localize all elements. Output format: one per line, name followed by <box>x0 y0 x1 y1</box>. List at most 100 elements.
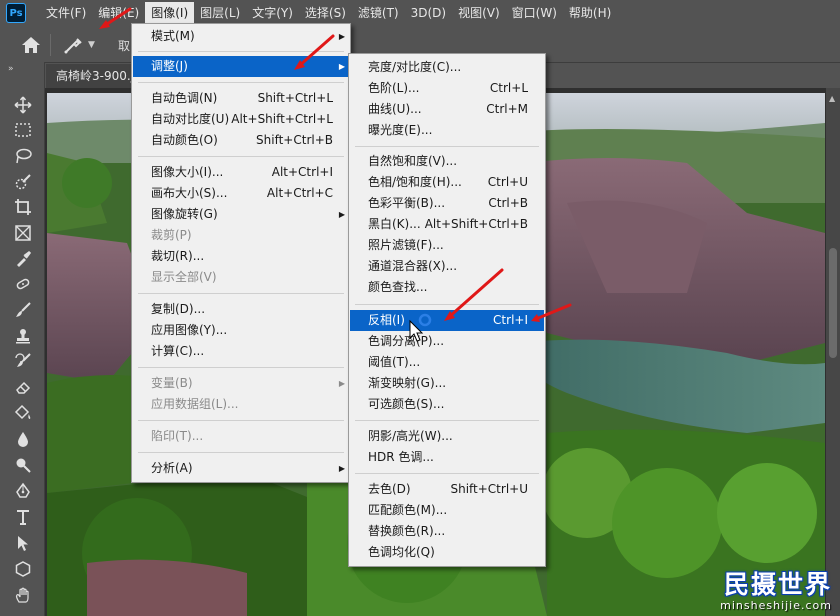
pen-tool-icon[interactable] <box>12 480 34 502</box>
menu-item-auto-tone[interactable]: 自动色调(N) Shift+Ctrl+L <box>133 88 349 109</box>
type-tool-icon[interactable] <box>12 506 34 528</box>
menu-item-hue-saturation[interactable]: 色相/饱和度(H)... Ctrl+U <box>350 172 544 193</box>
menu-item-black-white[interactable]: 黑白(K)... Alt+Shift+Ctrl+B <box>350 214 544 235</box>
menu-item-threshold[interactable]: 阈值(T)... <box>350 352 544 373</box>
menu-item-label: 自动对比度(U) <box>151 112 230 126</box>
menu-item-photo-filter[interactable]: 照片滤镜(F)... <box>350 235 544 256</box>
brush-tool-icon[interactable] <box>12 299 34 321</box>
menu-item-label: 颜色查找... <box>368 280 428 294</box>
menu-item-exposure[interactable]: 曝光度(E)... <box>350 120 544 141</box>
frame-tool-icon[interactable] <box>12 222 34 244</box>
menu-item-shadows-highlights[interactable]: 阴影/高光(W)... <box>350 426 544 447</box>
menu-item-levels[interactable]: 色阶(L)... Ctrl+L <box>350 78 544 99</box>
scrollbar-thumb[interactable] <box>829 248 837 358</box>
menu-edit[interactable]: 编辑(E) <box>92 2 145 24</box>
collapse-icon[interactable]: » <box>8 64 13 74</box>
menu-item-auto-color[interactable]: 自动颜色(O) Shift+Ctrl+B <box>133 130 349 151</box>
menu-item-trap: 陷印(T)... <box>133 426 349 447</box>
menu-type[interactable]: 文字(Y) <box>246 2 299 24</box>
photoshop-logo-icon: Ps <box>6 3 26 23</box>
menu-item-trim[interactable]: 裁切(R)... <box>133 246 349 267</box>
menu-filter[interactable]: 滤镜(T) <box>352 2 405 24</box>
chevron-down-icon[interactable]: ▼ <box>88 40 95 50</box>
menu-item-label: 阈值(T)... <box>368 355 421 369</box>
move-tool-icon[interactable] <box>12 94 34 116</box>
menu-item-duplicate[interactable]: 复制(D)... <box>133 299 349 320</box>
hand-tool-icon[interactable] <box>12 584 34 606</box>
dodge-tool-icon[interactable] <box>12 454 34 476</box>
menu-select[interactable]: 选择(S) <box>299 2 352 24</box>
menu-item-label: 去色(D) <box>368 482 411 496</box>
menu-item-adjust[interactable]: 调整(J) ▶ <box>133 56 349 77</box>
menu-item-analysis[interactable]: 分析(A) ▶ <box>133 458 349 479</box>
scroll-up-icon[interactable]: ▲ <box>829 94 835 103</box>
menu-view[interactable]: 视图(V) <box>452 2 506 24</box>
menu-divider <box>355 146 539 147</box>
menu-divider <box>138 82 344 83</box>
menu-item-gradient-map[interactable]: 渐变映射(G)... <box>350 373 544 394</box>
history-brush-tool-icon[interactable] <box>12 350 34 372</box>
menu-item-image-size[interactable]: 图像大小(I)... Alt+Ctrl+I <box>133 162 349 183</box>
menu-item-calculations[interactable]: 计算(C)... <box>133 341 349 362</box>
menu-item-canvas-size[interactable]: 画布大小(S)... Alt+Ctrl+C <box>133 183 349 204</box>
menu-item-label: 曝光度(E)... <box>368 123 433 137</box>
eyedropper-icon[interactable] <box>62 34 84 56</box>
stamp-tool-icon[interactable] <box>12 325 34 347</box>
eyedropper-tool-icon[interactable] <box>12 248 34 270</box>
paint-bucket-tool-icon[interactable] <box>12 402 34 424</box>
menu-item-label: 应用图像(Y)... <box>151 323 228 337</box>
menu-item-selective-color[interactable]: 可选颜色(S)... <box>350 394 544 415</box>
menu-window[interactable]: 窗口(W) <box>506 2 563 24</box>
menu-item-auto-contrast[interactable]: 自动对比度(U) Alt+Shift+Ctrl+L <box>133 109 349 130</box>
menu-shortcut: Ctrl+M <box>486 102 528 116</box>
menu-item-invert[interactable]: 反相(I) Ctrl+I <box>350 310 544 331</box>
menu-item-label: 模式(M) <box>151 29 195 43</box>
crop-tool-icon[interactable] <box>12 196 34 218</box>
home-icon[interactable] <box>20 35 42 55</box>
menu-item-vibrance[interactable]: 自然饱和度(V)... <box>350 151 544 172</box>
quick-selection-tool-icon[interactable] <box>12 171 34 193</box>
menu-item-color-balance[interactable]: 色彩平衡(B)... Ctrl+B <box>350 193 544 214</box>
menu-item-apply-image[interactable]: 应用图像(Y)... <box>133 320 349 341</box>
menu-item-label: 计算(C)... <box>151 344 205 358</box>
shape-tool-icon[interactable] <box>12 558 34 580</box>
menu-item-label: 变量(B) <box>151 376 193 390</box>
menu-item-label: 自动颜色(O) <box>151 133 218 147</box>
menu-shortcut: Shift+Ctrl+B <box>256 133 333 147</box>
menu-item-label: HDR 色调... <box>368 450 434 464</box>
menu-divider <box>138 156 344 157</box>
healing-tool-icon[interactable] <box>12 273 34 295</box>
menu-divider <box>355 304 539 305</box>
menu-3d[interactable]: 3D(D) <box>405 2 452 24</box>
menu-item-equalize[interactable]: 色调均化(Q) <box>350 542 544 563</box>
marquee-tool-icon[interactable] <box>12 119 34 141</box>
lasso-tool-icon[interactable] <box>12 145 34 167</box>
eraser-tool-icon[interactable] <box>12 376 34 398</box>
menu-item-curves[interactable]: 曲线(U)... Ctrl+M <box>350 99 544 120</box>
menu-shortcut: Alt+Shift+Ctrl+L <box>231 112 333 126</box>
menu-file[interactable]: 文件(F) <box>40 2 92 24</box>
menu-item-hdr-toning[interactable]: HDR 色调... <box>350 447 544 468</box>
menu-item-color-lookup[interactable]: 颜色查找... <box>350 277 544 298</box>
image-menu-dropdown: 模式(M) ▶ 调整(J) ▶ 自动色调(N) Shift+Ctrl+L 自动对… <box>131 23 351 483</box>
menu-item-match-color[interactable]: 匹配颜色(M)... <box>350 500 544 521</box>
menu-item-image-rotation[interactable]: 图像旋转(G) ▶ <box>133 204 349 225</box>
menu-item-label: 裁剪(P) <box>151 228 192 242</box>
menu-item-crop: 裁剪(P) <box>133 225 349 246</box>
menu-item-mode[interactable]: 模式(M) ▶ <box>133 26 349 47</box>
menu-item-channel-mixer[interactable]: 通道混合器(X)... <box>350 256 544 277</box>
path-selection-tool-icon[interactable] <box>12 532 34 554</box>
menu-divider <box>355 420 539 421</box>
vertical-scrollbar[interactable]: ▲ <box>826 88 840 616</box>
menu-layer[interactable]: 图层(L) <box>194 2 246 24</box>
menu-item-replace-color[interactable]: 替换颜色(R)... <box>350 521 544 542</box>
menu-help[interactable]: 帮助(H) <box>563 2 617 24</box>
menu-item-label: 阴影/高光(W)... <box>368 429 453 443</box>
menu-item-posterize[interactable]: 色调分离(P)... <box>350 331 544 352</box>
menu-shortcut: Alt+Ctrl+I <box>271 165 333 179</box>
menu-item-label: 复制(D)... <box>151 302 206 316</box>
menu-item-brightness-contrast[interactable]: 亮度/对比度(C)... <box>350 57 544 78</box>
blur-tool-icon[interactable] <box>12 428 34 450</box>
menu-item-desaturate[interactable]: 去色(D) Shift+Ctrl+U <box>350 479 544 500</box>
menu-image[interactable]: 图像(I) <box>145 2 195 24</box>
